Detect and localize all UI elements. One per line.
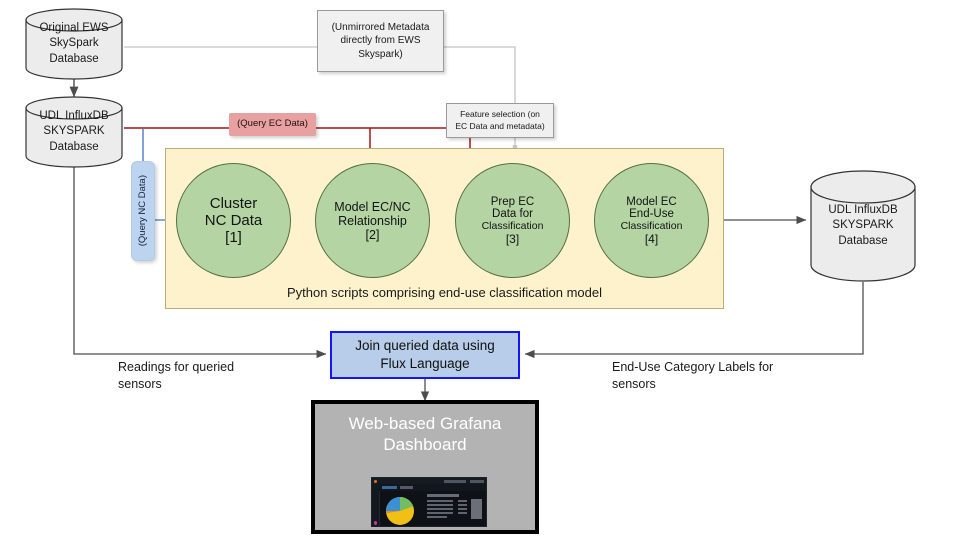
screenshot-value-col-4 <box>458 512 467 514</box>
database-original-ews-skyspark[interactable]: Original EWS SkySpark Database <box>25 8 123 80</box>
screenshot-legend-row-2 <box>427 504 453 506</box>
screenshot-legend-row-5 <box>427 516 447 518</box>
screenshot-legend-row-3 <box>427 508 453 510</box>
diagram-canvas: Original EWS SkySpark Database UDL Influ… <box>0 0 960 540</box>
caption-end-use-category-labels: End-Use Category Labels for sensors <box>612 360 774 391</box>
process-step-prep-ec-data-for-classification[interactable]: Prep EC Data for Classification [3] <box>455 163 570 278</box>
process-step-3-label: Prep EC Data for Classification [3] <box>481 195 544 246</box>
screenshot-value-col-1 <box>458 500 467 502</box>
note-feature-selection-label: Feature selection (on EC Data and metada… <box>455 109 545 131</box>
screenshot-topbar-chip-right <box>444 479 466 483</box>
process-step-1-label: Cluster NC Data [1] <box>204 195 263 246</box>
note-unmirrored-metadata[interactable]: (Unmirrored Metadata directly from EWS S… <box>317 10 444 72</box>
screenshot-topbar-chip-right-2 <box>470 479 484 483</box>
screenshot-toolbar-chip <box>382 485 397 489</box>
screenshot-logo-dot <box>373 479 377 483</box>
database-udl-influxdb-right-label: UDL InfluxDB SKYSPARK Database <box>828 204 898 247</box>
database-original-ews-label: Original EWS SkySpark Database <box>39 22 109 65</box>
screenshot-value-col-3 <box>458 508 467 510</box>
screenshot-panel-title <box>427 494 459 497</box>
caption-readings-for-queried-sensors: Readings for queried sensors <box>118 360 235 391</box>
model-container-caption: Python scripts comprising end-use classi… <box>286 285 603 300</box>
grafana-dashboard-panel[interactable]: Web-based Grafana Dashboard <box>311 400 539 534</box>
screenshot-pie-chart <box>385 497 414 525</box>
process-step-cluster-nc-data[interactable]: Cluster NC Data [1] <box>176 163 291 278</box>
process-step-4-label: Model EC End-Use Classification [4] <box>620 195 683 246</box>
grafana-dashboard-title: Web-based Grafana Dashboard <box>348 414 502 454</box>
label-query-nc-data-text: (Query NC Data) <box>136 175 148 247</box>
note-feature-selection[interactable]: Feature selection (on EC Data and metada… <box>446 103 554 138</box>
flux-join-node[interactable]: Join queried data using Flux Language <box>330 331 520 379</box>
label-query-ec-data[interactable]: (Query EC Data) <box>229 113 316 136</box>
label-query-nc-data[interactable]: (Query NC Data) <box>131 161 155 261</box>
label-query-ec-data-text: (Query EC Data) <box>237 118 308 130</box>
screenshot-rail-dot <box>373 521 377 525</box>
process-step-model-ec-end-use-classification[interactable]: Model EC End-Use Classification [4] <box>594 163 709 278</box>
process-step-2-label: Model EC/NC Relationship [2] <box>334 199 411 242</box>
screenshot-legend-row-4 <box>427 512 453 514</box>
database-udl-influxdb-right[interactable]: UDL InfluxDB SKYSPARK Database <box>810 170 916 282</box>
process-step-model-ec-nc-relationship[interactable]: Model EC/NC Relationship [2] <box>315 163 430 278</box>
screenshot-toolbar-chip-2 <box>400 485 413 489</box>
database-udl-influxdb-left[interactable]: UDL InfluxDB SKYSPARK Database <box>25 96 123 168</box>
flux-join-node-label: Join queried data using Flux Language <box>355 337 495 371</box>
screenshot-stat-block <box>471 499 482 519</box>
database-udl-influxdb-left-label: UDL InfluxDB SKYSPARK Database <box>39 110 109 153</box>
screenshot-value-col-2 <box>458 504 467 506</box>
grafana-screenshot-thumbnail <box>371 477 487 527</box>
note-unmirrored-metadata-label: (Unmirrored Metadata directly from EWS S… <box>331 21 430 60</box>
screenshot-legend-row-1 <box>427 500 453 502</box>
